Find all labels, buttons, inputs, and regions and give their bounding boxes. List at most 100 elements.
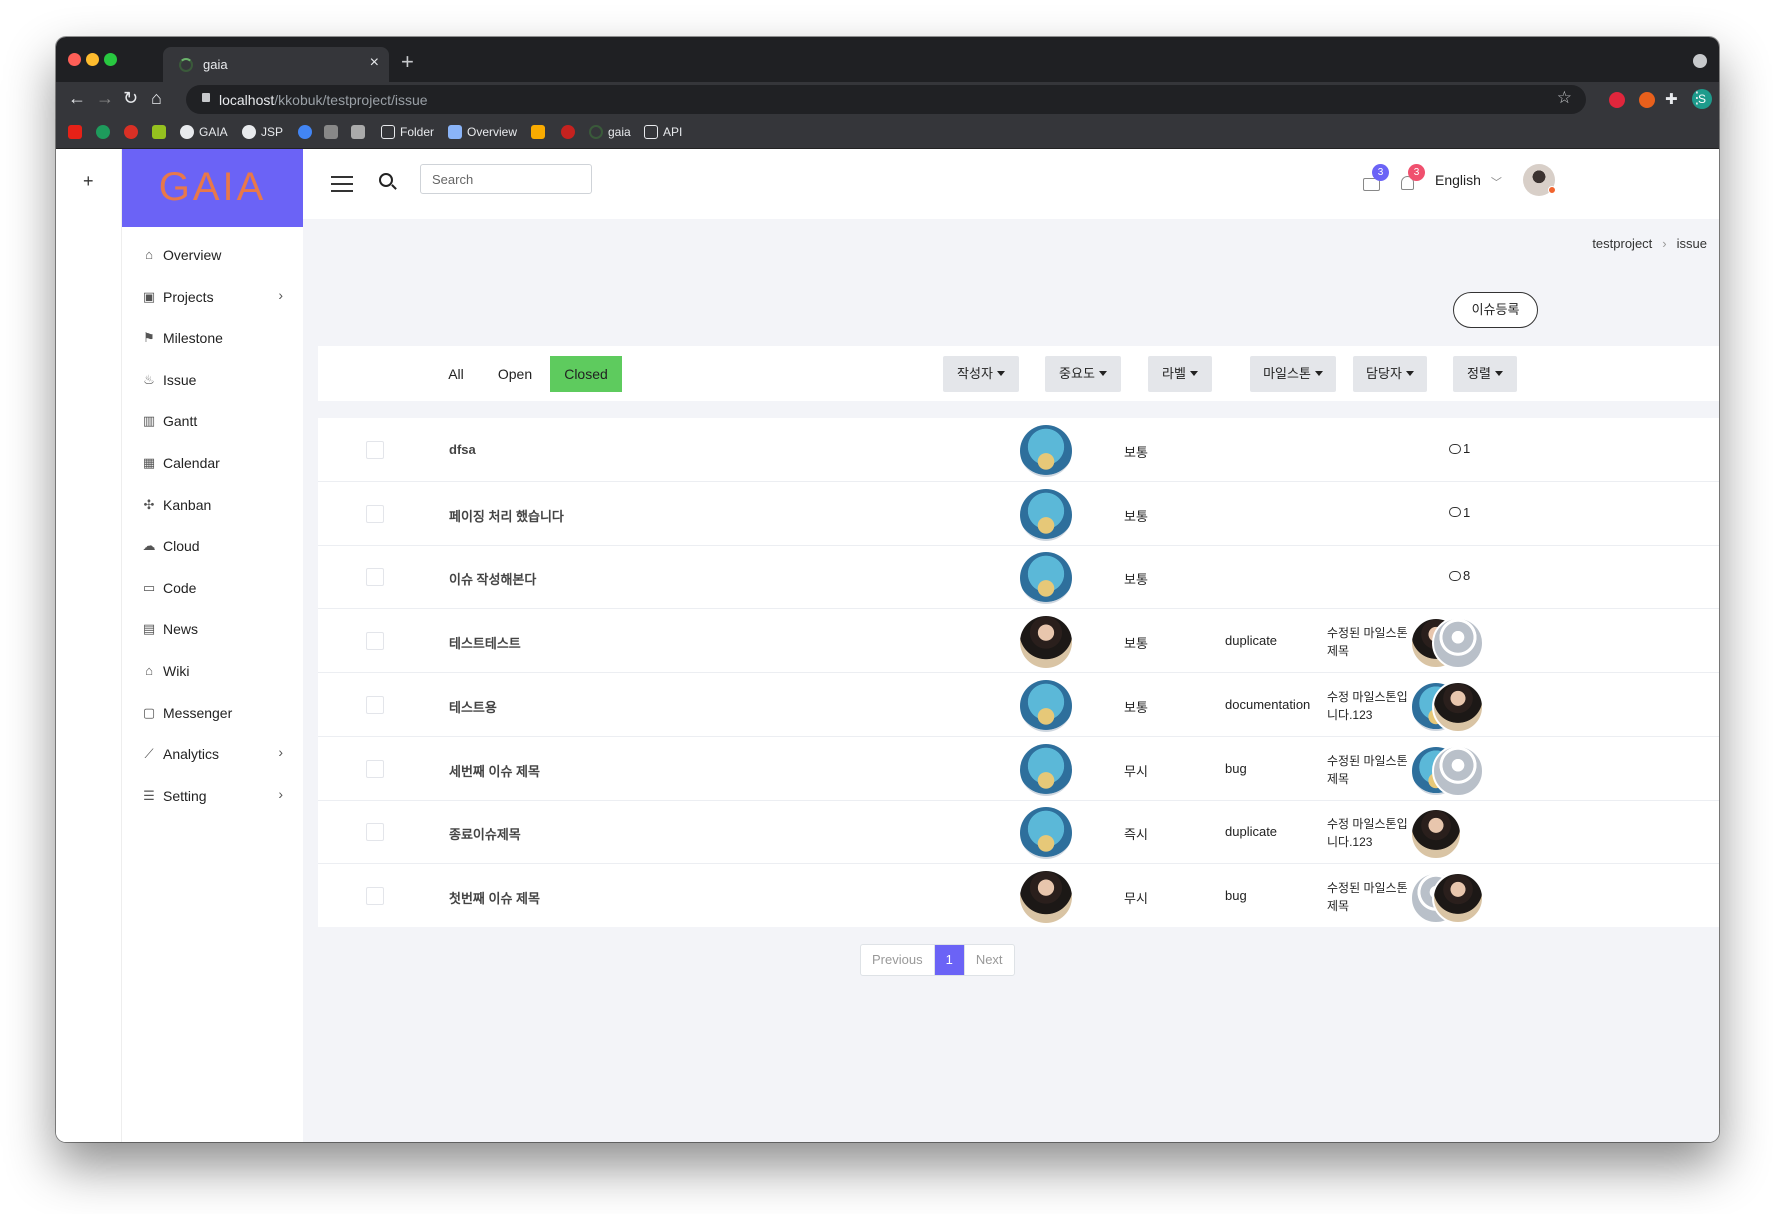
issue-row[interactable]: 이슈 작성해본다 보통 8 xyxy=(318,545,1719,610)
back-arrow-icon[interactable]: ← xyxy=(68,88,86,109)
sort-dropdown[interactable]: 정렬 xyxy=(1453,356,1517,392)
issue-title[interactable]: 세번째 이슈 제목 xyxy=(449,761,540,780)
issue-checkbox[interactable] xyxy=(366,632,384,651)
sidebar-item-milestone[interactable]: ⚑ Milestone xyxy=(122,323,303,353)
sidebar-item-news[interactable]: ▤ News xyxy=(122,614,303,644)
sidebar-item-overview[interactable]: ⌂ Overview xyxy=(122,240,303,270)
bookmark-star-icon[interactable]: ☆ xyxy=(1557,88,1572,108)
previous-page-button[interactable]: Previous xyxy=(861,945,935,975)
address-bar[interactable]: localhost/kkobuk/testproject/issue ☆ xyxy=(186,85,1586,114)
milestone-filter-dropdown[interactable]: 마일스톤 xyxy=(1250,356,1336,392)
issue-checkbox[interactable] xyxy=(366,504,384,523)
comment-count[interactable]: 1 xyxy=(1449,441,1470,456)
bookmark-api[interactable]: API xyxy=(644,125,682,139)
puzzle-icon[interactable]: ✚ xyxy=(1665,90,1678,108)
issue-title[interactable]: 페이징 처리 했습니다 xyxy=(449,506,564,525)
adblock-icon[interactable] xyxy=(1609,92,1625,108)
issue-checkbox[interactable] xyxy=(366,695,384,714)
sidebar-item-cloud[interactable]: ☁ Cloud xyxy=(122,531,303,561)
issue-row[interactable]: 첫번째 이슈 제목무시bug수정된 마일스톤 제목5 xyxy=(318,864,1719,928)
issue-title[interactable]: 테스트용 xyxy=(449,697,497,716)
comment-count[interactable]: 1 xyxy=(1449,505,1470,520)
sidebar-item-messenger[interactable]: ▢ Messenger xyxy=(122,698,303,728)
browser-tab[interactable]: gaia × xyxy=(163,47,389,82)
top-header: 3 3 English ﹀ xyxy=(303,149,1719,219)
youtube-icon[interactable] xyxy=(68,125,82,139)
close-window-button[interactable] xyxy=(68,53,81,66)
user-avatar[interactable] xyxy=(1523,164,1556,196)
issue-title[interactable]: dfsa xyxy=(449,442,476,457)
issue-title[interactable]: 테스트테스트 xyxy=(449,633,521,652)
close-tab-icon[interactable]: × xyxy=(370,54,379,72)
bookmark-icon[interactable] xyxy=(324,125,338,139)
tab-all[interactable]: All xyxy=(432,356,480,392)
issue-checkbox[interactable] xyxy=(366,886,384,905)
language-select[interactable]: English ﹀ xyxy=(1435,172,1502,190)
bookmark-icon[interactable] xyxy=(561,125,575,139)
page-1-button[interactable]: 1 xyxy=(934,945,965,975)
sidebar-item-kanban[interactable]: ✣ Kanban xyxy=(122,490,303,520)
issue-checkbox[interactable] xyxy=(366,759,384,778)
tab-closed[interactable]: Closed xyxy=(550,356,622,392)
issue-label: documentation xyxy=(1225,696,1311,712)
bookmark-jsp[interactable]: JSP xyxy=(242,125,283,139)
browser-menu-icon[interactable]: ⋮ xyxy=(1689,88,1705,108)
hamburger-menu-icon[interactable] xyxy=(331,176,353,192)
notification-button[interactable]: 3 xyxy=(1399,164,1425,192)
new-tab-button[interactable]: + xyxy=(401,49,414,75)
author-avatar xyxy=(1020,488,1072,541)
bookmark-gaia[interactable]: GAIA xyxy=(180,125,228,139)
search-icon[interactable] xyxy=(379,173,393,187)
issue-row[interactable]: 페이징 처리 했습니다 보통 1 xyxy=(318,482,1719,546)
sidebar-item-code[interactable]: ▭ Code xyxy=(122,573,303,603)
tab-search-icon[interactable] xyxy=(1693,54,1707,68)
bookmark-gaia-2[interactable]: gaia xyxy=(589,125,631,139)
issue-title[interactable]: 첫번째 이슈 제목 xyxy=(449,888,540,907)
sidebar-item-issue[interactable]: ♨ Issue xyxy=(122,365,303,395)
bookmark-icon[interactable] xyxy=(351,125,365,139)
forward-arrow-icon[interactable]: → xyxy=(96,88,114,109)
issue-row[interactable]: 테스트용 보통 documentation 수정 마일스톤입니다.123 xyxy=(318,673,1719,737)
issue-checkbox[interactable] xyxy=(366,441,384,459)
issue-checkbox[interactable] xyxy=(366,823,384,842)
bookmark-overview[interactable]: Overview xyxy=(448,125,517,139)
tab-open[interactable]: Open xyxy=(484,356,546,392)
maximize-window-button[interactable] xyxy=(104,53,117,66)
bookmark-icon[interactable] xyxy=(298,125,312,139)
assignee-group xyxy=(1410,744,1510,797)
sidebar-item-gantt[interactable]: ▥ Gantt xyxy=(122,406,303,436)
minimize-window-button[interactable] xyxy=(86,53,99,66)
issue-title[interactable]: 종료이슈제목 xyxy=(449,824,521,843)
issue-row[interactable]: 종료이슈제목 즉시 duplicate 수정 마일스톤입니다.123 xyxy=(318,800,1719,865)
sidebar-item-projects[interactable]: ▣ Projects › xyxy=(122,282,303,312)
issue-checkbox[interactable] xyxy=(366,568,384,587)
issue-title[interactable]: 이슈 작성해본다 xyxy=(449,569,536,588)
breadcrumb-project[interactable]: testproject xyxy=(1592,236,1652,251)
bookmark-folder[interactable]: Folder xyxy=(381,125,434,139)
extension-icon[interactable] xyxy=(1639,92,1655,108)
comment-count[interactable]: 8 xyxy=(1449,568,1470,583)
add-icon[interactable]: + xyxy=(83,171,94,192)
sidebar-item-analytics[interactable]: ⟋ Analytics › xyxy=(122,739,303,769)
issue-row[interactable]: dfsa 보통 1 xyxy=(318,418,1719,482)
bookmark-icon[interactable] xyxy=(531,125,545,139)
mail-button[interactable]: 3 xyxy=(1363,164,1389,192)
sidebar-item-setting[interactable]: ☰ Setting › xyxy=(122,781,303,811)
logo[interactable]: GAIA xyxy=(122,149,303,227)
bookmark-icon[interactable] xyxy=(96,125,110,139)
author-filter-dropdown[interactable]: 작성자 xyxy=(943,356,1019,392)
bookmark-icon[interactable] xyxy=(152,125,166,139)
bookmark-icon[interactable] xyxy=(124,125,138,139)
home-icon[interactable]: ⌂ xyxy=(151,88,162,109)
issue-row[interactable]: 세번째 이슈 제목 무시 bug 수정된 마일스톤 제목 xyxy=(318,737,1719,801)
reload-icon[interactable]: ↻ xyxy=(123,88,138,109)
sidebar-item-calendar[interactable]: ▦ Calendar xyxy=(122,448,303,478)
next-page-button[interactable]: Next xyxy=(965,945,1014,975)
search-input[interactable] xyxy=(420,164,592,194)
assignee-filter-dropdown[interactable]: 담당자 xyxy=(1353,356,1427,392)
register-issue-button[interactable]: 이슈등록 xyxy=(1453,292,1538,328)
label-filter-dropdown[interactable]: 라벨 xyxy=(1148,356,1212,392)
sidebar-item-wiki[interactable]: ⌂ Wiki xyxy=(122,656,303,686)
priority-filter-dropdown[interactable]: 중요도 xyxy=(1045,356,1121,392)
issue-row[interactable]: 테스트테스트 보통 duplicate 수정된 마일스톤 제목 xyxy=(318,609,1719,674)
